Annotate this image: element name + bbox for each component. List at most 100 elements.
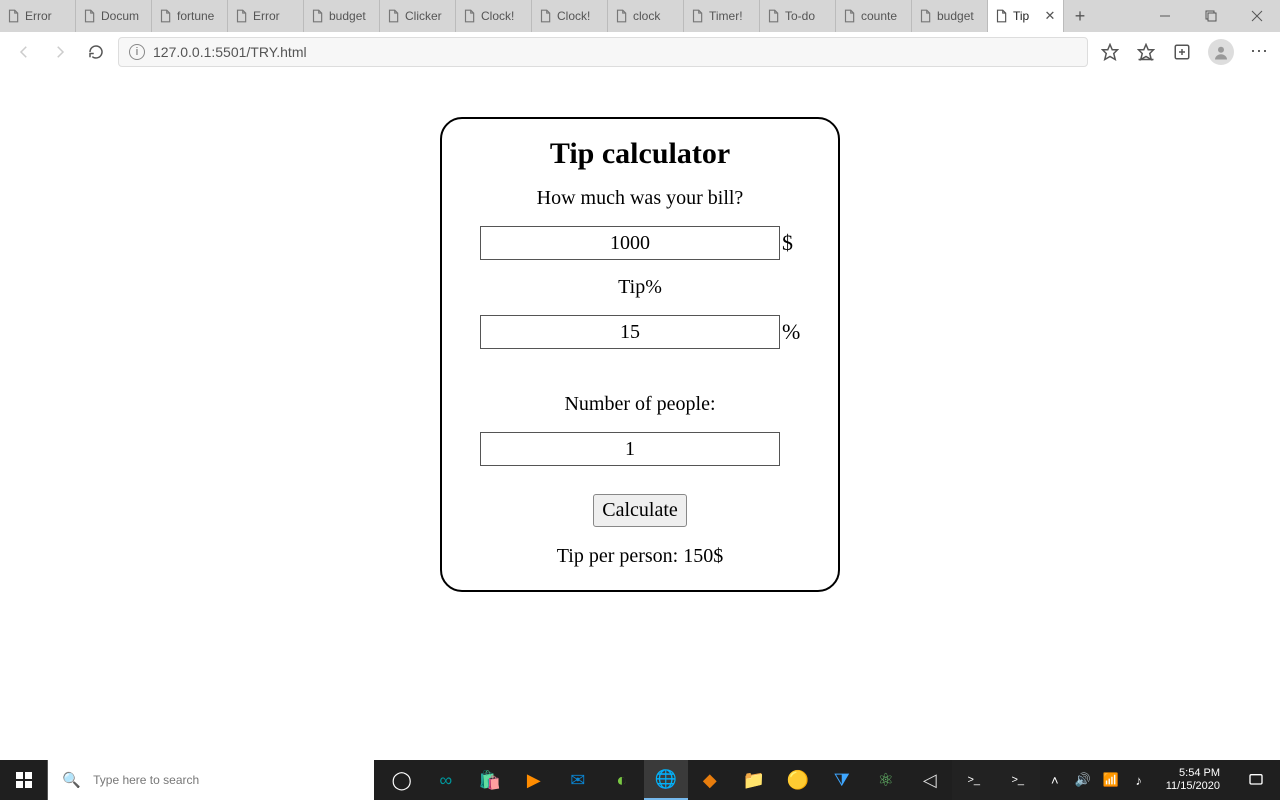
- search-placeholder: Type here to search: [93, 773, 199, 787]
- file-icon: [842, 9, 856, 23]
- atom-icon[interactable]: ⚛: [864, 760, 908, 800]
- mail-icon[interactable]: ✉: [556, 760, 600, 800]
- tab-9[interactable]: Timer!: [684, 0, 760, 32]
- cortana-icon[interactable]: ◯: [380, 760, 424, 800]
- tab-4[interactable]: budget: [304, 0, 380, 32]
- tab-label: Docum: [101, 9, 145, 23]
- addrbar-right: ⋯: [1100, 39, 1270, 65]
- tab-12[interactable]: budget: [912, 0, 988, 32]
- tab-0[interactable]: Error: [0, 0, 76, 32]
- tab-label: fortune: [177, 9, 221, 23]
- file-icon: [690, 9, 704, 23]
- window-controls: [1142, 0, 1280, 32]
- people-input[interactable]: [480, 432, 780, 466]
- taskbar-clock[interactable]: 5:54 PM 11/15/2020: [1158, 767, 1228, 793]
- bill-input-line: $: [468, 226, 812, 260]
- file-icon: [918, 9, 932, 23]
- people-input-line: [468, 432, 812, 466]
- media-player-icon[interactable]: ▶: [512, 760, 556, 800]
- back-button[interactable]: [10, 38, 38, 66]
- tab-label: counte: [861, 9, 905, 23]
- system-tray: ˄ 🔊 📶 ♪ 5:54 PM 11/15/2020: [1040, 760, 1280, 800]
- tab-11[interactable]: counte: [836, 0, 912, 32]
- terminal-icon-1[interactable]: >_: [952, 760, 996, 800]
- input-icon[interactable]: ♪: [1130, 773, 1148, 788]
- sound-icon[interactable]: 🔊: [1074, 772, 1092, 788]
- file-icon: [614, 9, 628, 23]
- tab-label: Clock!: [481, 9, 525, 23]
- tip-input[interactable]: [480, 315, 780, 349]
- taskbar-search[interactable]: 🔍 Type here to search: [47, 760, 373, 800]
- file-icon: [310, 9, 324, 23]
- tab-10[interactable]: To-do: [760, 0, 836, 32]
- calculate-button[interactable]: Calculate: [593, 494, 687, 527]
- bill-input[interactable]: [480, 226, 780, 260]
- clock-time: 5:54 PM: [1166, 767, 1220, 780]
- arduino-icon[interactable]: ∞: [424, 760, 468, 800]
- site-info-icon[interactable]: i: [129, 44, 145, 60]
- tab-3[interactable]: Error: [228, 0, 304, 32]
- url-field[interactable]: i 127.0.0.1:5501/TRY.html: [118, 37, 1088, 67]
- tab-label: To-do: [785, 9, 829, 23]
- tab-5[interactable]: Clicker: [380, 0, 456, 32]
- tab-13-active[interactable]: Tip ✕: [988, 0, 1064, 32]
- store-icon[interactable]: 🛍️: [468, 760, 512, 800]
- tray-chevron-icon[interactable]: ˄: [1046, 773, 1064, 788]
- maximize-button[interactable]: [1188, 0, 1234, 32]
- file-icon: [386, 9, 400, 23]
- wifi-icon[interactable]: 📶: [1102, 772, 1120, 788]
- chrome-icon[interactable]: 🟡: [776, 760, 820, 800]
- tab-label: clock: [633, 9, 677, 23]
- file-icon: [538, 9, 552, 23]
- unity-icon[interactable]: ◁: [908, 760, 952, 800]
- profile-avatar[interactable]: [1208, 39, 1234, 65]
- tab-label: Error: [25, 9, 69, 23]
- vscode-icon[interactable]: ⧩: [820, 760, 864, 800]
- file-icon: [994, 9, 1008, 23]
- more-menu-icon[interactable]: ⋯: [1250, 42, 1270, 62]
- forward-button[interactable]: [46, 38, 74, 66]
- start-button[interactable]: [0, 760, 47, 800]
- tab-8[interactable]: clock: [608, 0, 684, 32]
- card-title: Tip calculator: [468, 137, 812, 171]
- app-icon-green[interactable]: ◐: [600, 760, 644, 800]
- tab-7[interactable]: Clock!: [532, 0, 608, 32]
- spacer: [468, 474, 812, 494]
- dollar-unit: $: [782, 230, 800, 256]
- close-tab-icon[interactable]: ✕: [1043, 9, 1057, 23]
- url-text: 127.0.0.1:5501/TRY.html: [153, 44, 307, 60]
- close-window-button[interactable]: [1234, 0, 1280, 32]
- tabstrip: Error Docum fortune Error budget Clicker…: [0, 0, 1280, 32]
- tab-label: Tip: [1013, 9, 1038, 23]
- file-icon: [462, 9, 476, 23]
- file-icon: [158, 9, 172, 23]
- collections-icon[interactable]: [1172, 42, 1192, 62]
- tab-label: Error: [253, 9, 297, 23]
- terminal-icon-2[interactable]: >_: [996, 760, 1040, 800]
- tab-6[interactable]: Clock!: [456, 0, 532, 32]
- favorite-star-icon[interactable]: [1100, 42, 1120, 62]
- explorer-icon[interactable]: 📁: [732, 760, 776, 800]
- tab-label: budget: [937, 9, 981, 23]
- result-text: Tip per person: 150$: [468, 545, 812, 568]
- tab-1[interactable]: Docum: [76, 0, 152, 32]
- new-tab-button[interactable]: +: [1064, 0, 1096, 32]
- tip-label: Tip%: [468, 276, 812, 299]
- edge-icon[interactable]: 🌐: [644, 760, 688, 800]
- people-label: Number of people:: [468, 393, 812, 416]
- tab-2[interactable]: fortune: [152, 0, 228, 32]
- windows-icon: [16, 772, 32, 788]
- bill-label: How much was your bill?: [468, 187, 812, 210]
- taskbar: 🔍 Type here to search ◯ ∞ 🛍️ ▶ ✉ ◐ 🌐 ◆ 📁…: [0, 760, 1280, 800]
- minimize-button[interactable]: [1142, 0, 1188, 32]
- blender-icon[interactable]: ◆: [688, 760, 732, 800]
- clock-date: 11/15/2020: [1166, 780, 1220, 793]
- refresh-button[interactable]: [82, 38, 110, 66]
- address-bar: i 127.0.0.1:5501/TRY.html ⋯: [0, 32, 1280, 71]
- file-icon: [234, 9, 248, 23]
- tab-label: Timer!: [709, 9, 753, 23]
- favorites-icon[interactable]: [1136, 42, 1156, 62]
- file-icon: [82, 9, 96, 23]
- notifications-icon[interactable]: [1238, 760, 1274, 800]
- tab-label: budget: [329, 9, 373, 23]
